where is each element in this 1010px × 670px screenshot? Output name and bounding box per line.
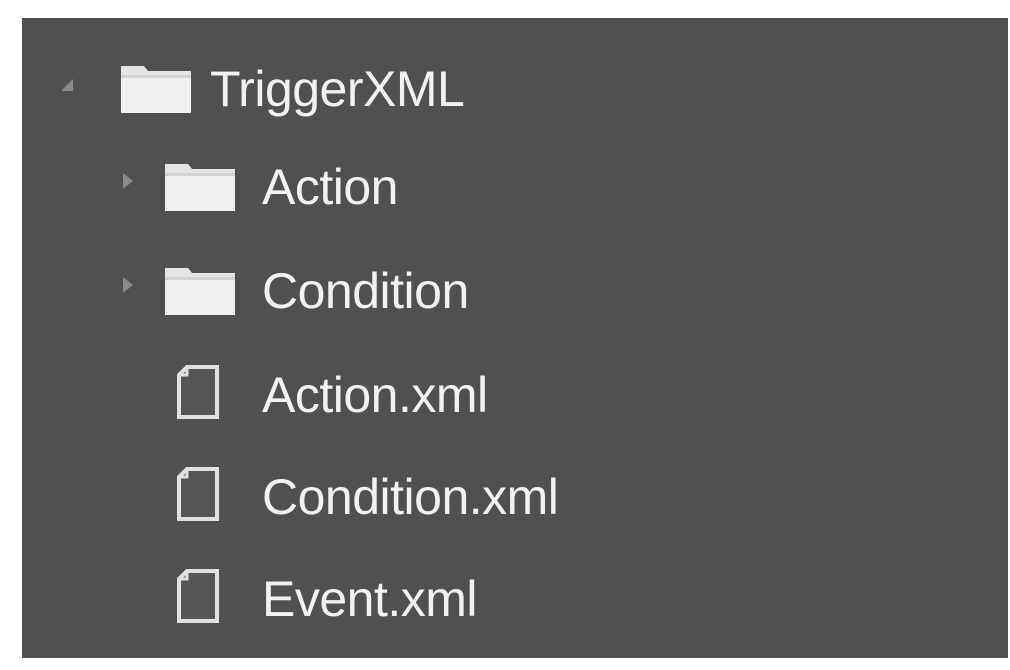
expanded-triangle-icon[interactable] bbox=[60, 78, 74, 92]
tree-node-condition-folder[interactable]: Condition bbox=[22, 244, 1008, 340]
folder-icon bbox=[164, 160, 236, 212]
tree-node-event-xml[interactable]: Event.xml bbox=[22, 552, 1008, 648]
tree-node-action-folder[interactable]: Action bbox=[22, 140, 1008, 236]
xml-file-icon bbox=[176, 364, 220, 420]
tree-node-label: Condition bbox=[262, 263, 469, 319]
tree-node-label: TriggerXML bbox=[210, 61, 465, 117]
tree-node-label: Action.xml bbox=[262, 367, 488, 423]
tree-node-action-xml[interactable]: Action.xml bbox=[22, 348, 1008, 444]
folder-icon bbox=[164, 264, 236, 316]
tree-node-label: Action bbox=[262, 159, 398, 215]
folder-icon bbox=[120, 62, 192, 114]
tree-node-triggerxml[interactable]: TriggerXML bbox=[22, 42, 1008, 138]
xml-file-icon bbox=[176, 568, 220, 624]
xml-file-icon bbox=[176, 466, 220, 522]
tree-node-label: Condition.xml bbox=[262, 469, 559, 525]
tree-node-label: Event.xml bbox=[262, 571, 478, 627]
solution-explorer-panel: TriggerXML Action Condition Action.xml C… bbox=[22, 18, 1008, 658]
tree-node-condition-xml[interactable]: Condition.xml bbox=[22, 450, 1008, 546]
collapsed-triangle-icon[interactable] bbox=[122, 276, 134, 294]
collapsed-triangle-icon[interactable] bbox=[122, 172, 134, 190]
